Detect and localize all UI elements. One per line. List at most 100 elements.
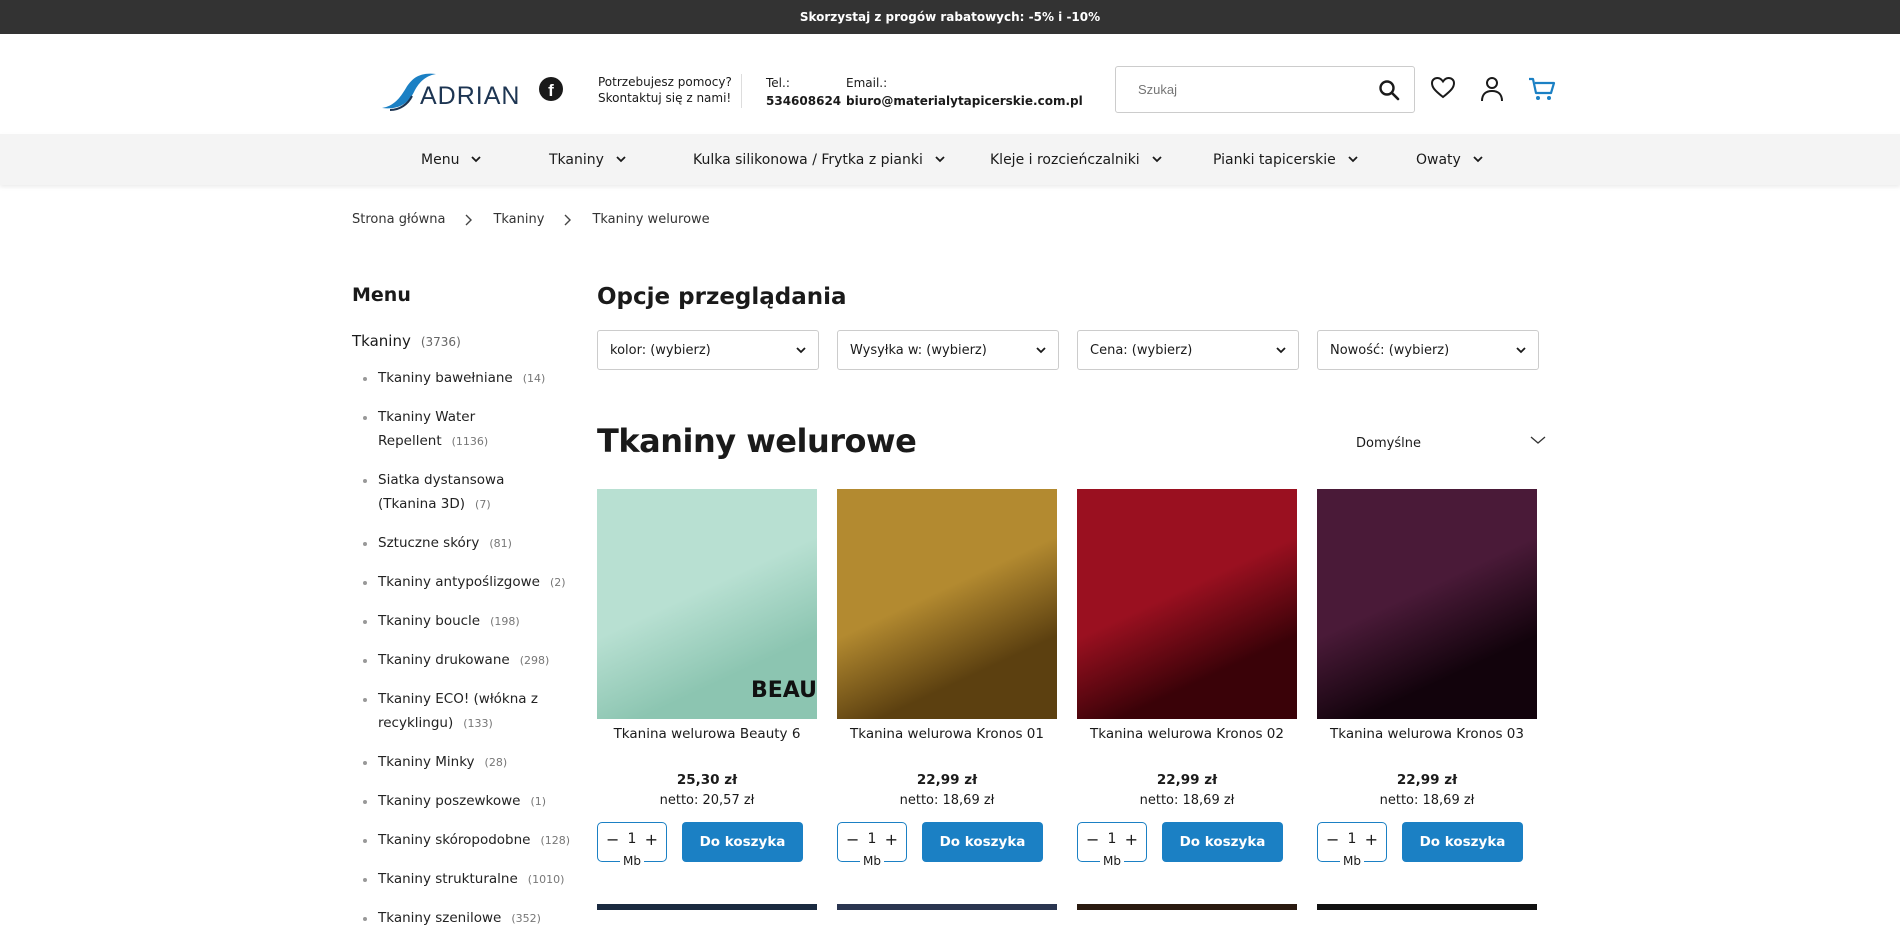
heart-icon[interactable] [1430,76,1456,100]
sidebar-item-label: Tkaniny skóropodobne [378,832,531,848]
breadcrumb-home[interactable]: Strona główna [352,212,445,227]
nav-item-kulka[interactable]: Kulka silikonowa / Frytka z pianki [693,134,945,185]
chevron-down-icon [1036,346,1046,353]
add-to-cart-button[interactable]: Do koszyka [1402,822,1523,862]
product-image[interactable]: BEAU [597,489,817,719]
product-image[interactable] [1077,489,1297,719]
search-icon[interactable] [1378,79,1400,101]
sidebar-item-count: (1010) [527,873,565,886]
quantity-value[interactable]: 1 [1348,831,1357,847]
product-name[interactable]: Tkanina welurowa Kronos 02 [1077,726,1297,772]
logo-text: ADRIAN [420,82,521,110]
sidebar-item[interactable]: Tkaniny skóropodobne (128) [352,828,572,853]
cart-icon[interactable] [1528,76,1556,102]
product-image-preview [597,904,817,910]
product-name[interactable]: Tkanina welurowa Kronos 01 [837,726,1057,772]
product-card[interactable]: Tkanina welurowa Kronos 02 22,99 zł nett… [1077,489,1297,868]
chevron-down-icon [796,346,806,353]
sidebar-item[interactable]: Tkaniny boucle (198) [352,609,572,634]
sidebar-item[interactable]: Tkaniny ECO! (włókna z recyklingu) (133) [352,687,552,736]
filter-price[interactable]: Cena: (wybierz) [1077,330,1299,370]
add-to-cart-button[interactable]: Do koszyka [682,822,803,862]
product-image[interactable] [837,489,1057,719]
sidebar: Menu Tkaniny (3736) Tkaniny bawełniane (14… [352,284,572,945]
nav-item-label: Kulka silikonowa / Frytka z pianki [693,151,923,168]
product-card[interactable]: Tkanina welurowa Kronos 01 22,99 zł nett… [837,489,1057,868]
quantity-value[interactable]: 1 [868,831,877,847]
sidebar-item-count: (2) [549,576,566,589]
sidebar-item[interactable]: Tkaniny Water Repellent (1136) [352,405,502,454]
sidebar-item[interactable]: Tkaniny drukowane (298) [352,648,572,673]
email-label: Email.: [846,76,888,90]
category-header: Tkaniny welurowe Domyślne [597,422,1547,460]
nav-item-menu[interactable]: Menu [421,134,482,185]
nav-item-tkaniny[interactable]: Tkaniny [549,134,626,185]
facebook-icon[interactable]: f [539,77,563,101]
minus-icon[interactable]: − [1326,830,1339,849]
add-to-cart-button[interactable]: Do koszyka [1162,822,1283,862]
search-box [1115,66,1415,113]
breadcrumb-tkaniny[interactable]: Tkaniny [493,212,544,227]
chevron-down-icon [616,156,626,163]
sidebar-item-label: Tkaniny drukowane [378,652,510,668]
product-image[interactable] [1317,489,1537,719]
sidebar-category-count: (3736) [420,335,461,349]
minus-icon[interactable]: − [1086,830,1099,849]
sidebar-item-count: (198) [490,615,520,628]
product-net-price: netto: 20,57 zł [659,793,755,808]
sidebar-item[interactable]: Tkaniny strukturalne (1010) [352,867,572,892]
quantity-unit: Mb [1100,854,1124,868]
plus-icon[interactable]: + [885,830,898,849]
product-price: 25,30 zł [676,772,738,788]
sidebar-item-count: (133) [463,717,493,730]
main-nav: Menu Tkaniny Kulka silikonowa / Frytka z… [0,134,1900,185]
sidebar-item[interactable]: Tkaniny antypoślizgowe (2) [352,570,592,595]
sort-label: Domyślne [1356,436,1421,451]
user-icon[interactable] [1480,76,1504,102]
plus-icon[interactable]: + [645,830,658,849]
add-to-cart-button[interactable]: Do koszyka [922,822,1043,862]
plus-icon[interactable]: + [1365,830,1378,849]
filter-new[interactable]: Nowość: (wybierz) [1317,330,1539,370]
sort-select[interactable]: Domyślne [1356,436,1546,451]
breadcrumb: Strona główna Tkaniny Tkaniny welurowe [352,212,710,227]
nav-item-owaty[interactable]: Owaty [1416,134,1483,185]
product-name[interactable]: Tkanina welurowa Beauty 6 [597,726,817,772]
product-net-price: netto: 18,69 zł [1139,793,1235,808]
sidebar-item[interactable]: Siatka dystansowa (Tkanina 3D) (7) [352,468,562,517]
plus-icon[interactable]: + [1125,830,1138,849]
sidebar-item[interactable]: Tkaniny poszewkowe (1) [352,789,572,814]
email-contact[interactable]: Email.: biuro@materialytapicerskie.com.p… [846,74,1083,110]
nav-item-pianki[interactable]: Pianki tapicerskie [1213,134,1358,185]
logo[interactable]: ADRIAN [380,70,519,118]
phone-contact[interactable]: Tel.: 534608624 [766,74,841,110]
nav-item-kleje[interactable]: Kleje i rozcieńczalniki [990,134,1162,185]
minus-icon[interactable]: − [846,830,859,849]
help-line-1: Potrzebujesz pomocy? [598,75,732,89]
filter-color[interactable]: kolor: (wybierz) [597,330,819,370]
chevron-down-icon [935,156,945,163]
quantity-stepper: − 1 + Mb [1077,822,1147,868]
sidebar-item[interactable]: Tkaniny Minky (28) [352,750,572,775]
product-card[interactable]: Tkanina welurowa Kronos 03 22,99 zł nett… [1317,489,1537,868]
quantity-value[interactable]: 1 [628,831,637,847]
minus-icon[interactable]: − [606,830,619,849]
sidebar-item-count: (81) [489,537,512,550]
product-price: 22,99 zł [1396,772,1458,788]
search-input[interactable] [1116,82,1356,97]
product-actions: − 1 + Mb Do koszyka [1317,822,1537,868]
main-content: Opcje przeglądania kolor: (wybierz) Wysy… [597,284,1547,868]
product-card[interactable]: BEAU Tkanina welurowa Beauty 6 25,30 zł … [597,489,817,868]
filter-shipping[interactable]: Wysyłka w: (wybierz) [837,330,1059,370]
product-actions: − 1 + Mb Do koszyka [837,822,1057,868]
quantity-value[interactable]: 1 [1108,831,1117,847]
sidebar-item[interactable]: Sztuczne skóry (81) [352,531,572,556]
filter-bar: kolor: (wybierz) Wysyłka w: (wybierz) Ce… [597,330,1547,370]
chevron-down-icon [1530,436,1546,444]
sidebar-item[interactable]: Tkaniny bawełniane (14) [352,366,572,391]
help-line-2: Skontaktuj się z nami! [598,91,732,105]
sidebar-category-tkaniny[interactable]: Tkaniny (3736) [352,332,572,350]
image-overlay-text: BEAU [750,678,817,703]
product-name[interactable]: Tkanina welurowa Kronos 03 [1317,726,1537,772]
nav-item-label: Kleje i rozcieńczalniki [990,151,1140,168]
